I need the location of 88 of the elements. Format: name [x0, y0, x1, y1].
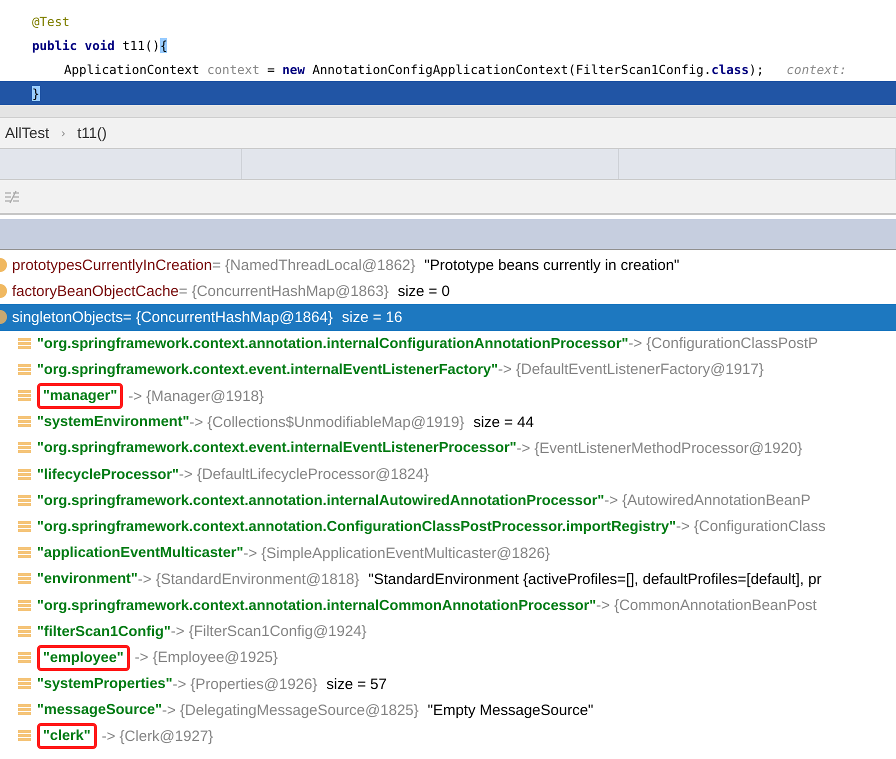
entry-value: -> {ConfigurationClass [676, 518, 826, 536]
map-entry-icon [18, 441, 32, 456]
map-entry-row[interactable]: "applicationEventMulticaster"-> {SimpleApplicationEventMulticaster@1826} [0, 540, 896, 566]
breadcrumb-item[interactable]: AllTest [5, 124, 50, 142]
map-entry-row[interactable]: "systemProperties"-> {Properties@1926} size = 57 [0, 671, 896, 698]
variable-info: size = 16 [342, 308, 402, 326]
map-entry-icon [18, 624, 32, 639]
map-entry-row[interactable]: "employee" -> {Employee@1925} [0, 644, 896, 671]
entry-key: "org.springframework.context.event.internalEventListenerProcessor" [37, 440, 516, 456]
map-entry-icon [18, 546, 32, 560]
variable-name: prototypesCurrentlyInCreation [12, 256, 212, 274]
entry-info: size = 44 [473, 414, 534, 431]
map-entry-row[interactable]: "environment"-> {StandardEnvironment@1818} "StandardEnvironment {activeProfiles=[], defaultProfiles=[default], pr [0, 566, 896, 592]
entry-value: -> {SimpleApplicationEventMulticaster@1826} [243, 544, 550, 562]
entry-value: -> {AutowiredAnnotationBeanP [604, 492, 811, 510]
map-entry-icon [18, 415, 32, 430]
map-entry-icon [18, 520, 32, 534]
entry-value: -> {Manager@1918} [128, 388, 264, 405]
map-entry-row[interactable]: "org.springframework.context.annotation.internalAutowiredAnnotationProcessor"-> {AutowiredAnnotationBeanP [0, 488, 896, 514]
layout-settings-icon[interactable] [4, 190, 20, 204]
entry-key: "messageSource" [37, 702, 162, 718]
map-entry-row[interactable]: "systemEnvironment"-> {Collections$UnmodifiableMap@1919} size = 44 [0, 409, 896, 436]
map-entry-row[interactable]: "filterScan1Config"-> {FilterScan1Config@1924} [0, 618, 896, 645]
map-entry-row[interactable]: "org.springframework.context.event.internalEventListenerFactory"-> {DefaultEventListenerFactory@1917} [0, 356, 896, 383]
entry-key: "lifecycleProcessor" [37, 466, 179, 483]
entry-key: "org.springframework.context.annotation.internalConfigurationAnnotationProcessor" [37, 336, 628, 352]
entry-value: -> {CommonAnnotationBeanPost [596, 597, 817, 614]
entry-key: "applicationEventMulticaster" [37, 545, 244, 562]
variable-name: factoryBeanObjectCache [12, 282, 179, 300]
code-line: ApplicationContext context = new AnnotationConfigApplicationContext(FilterScan1Config.class); context: [63, 60, 848, 79]
variable-value: = {ConcurrentHashMap@1863} [178, 282, 389, 300]
entry-info: "Empty MessageSource" [428, 702, 594, 719]
highlighted-entry-key: "manager" [37, 383, 124, 410]
entry-value: -> {Collections$UnmodifiableMap@1919} [189, 414, 464, 431]
map-entry-icon [18, 598, 32, 613]
entry-key: "systemEnvironment" [37, 414, 190, 430]
map-entry-icon [18, 389, 32, 404]
code-line: @Test [31, 13, 71, 32]
map-entry-icon [18, 729, 32, 744]
variable-info: "Prototype beans currently in creation" [424, 256, 680, 274]
entry-key: "org.springframework.context.event.internalEventListenerFactory" [37, 362, 498, 378]
horizontal-scrollbar[interactable] [0, 105, 896, 118]
breadcrumb-separator: › [61, 126, 66, 140]
entry-value: -> {FilterScan1Config@1924} [170, 623, 367, 640]
highlighted-entry-key: "clerk" [37, 723, 97, 750]
map-entry-row[interactable]: "org.springframework.context.annotation.internalCommonAnnotationProcessor"-> {CommonAnnotationBeanPost [0, 592, 896, 619]
entry-value: -> {Properties@1926} [172, 676, 318, 693]
map-entry-icon [18, 650, 32, 665]
map-entry-row[interactable]: "messageSource"-> {DelegatingMessageSource@1825} "Empty MessageSource" [0, 697, 896, 724]
variable-value: = {ConcurrentHashMap@1864} [122, 308, 333, 326]
entry-value: -> {DefaultEventListenerFactory@1917} [498, 361, 764, 378]
map-entry-row[interactable]: "org.springframework.context.annotation.ConfigurationClassPostProcessor.importRegistry"-> {ConfigurationClass [0, 514, 896, 540]
map-entry-icon [18, 336, 32, 351]
entry-value: -> {Employee@1925} [134, 649, 278, 666]
entry-value: -> {ConfigurationClassPostP [628, 335, 818, 352]
map-entry-row[interactable]: "lifecycleProcessor"-> {DefaultLifecycleProcessor@1824} [0, 462, 896, 488]
entry-value: -> {StandardEnvironment@1818} [138, 570, 360, 588]
map-entry-row[interactable]: "org.springframework.context.annotation.internalConfigurationAnnotationProcessor"-> {ConfigurationClassPostP [0, 330, 896, 357]
variable-name: singletonObjects [12, 308, 123, 326]
variable-value: = {NamedThreadLocal@1862} [212, 256, 416, 274]
map-entry-icon [18, 677, 32, 692]
entry-key: "org.springframework.context.annotation.internalCommonAnnotationProcessor" [37, 598, 596, 614]
variable-row[interactable]: prototypesCurrentlyInCreation= {NamedThreadLocal@1862} "Prototype beans currently in creation" [0, 252, 896, 278]
highlighted-entry-key: "employee" [37, 644, 130, 671]
map-entry-row[interactable]: "manager" -> {Manager@1918} [0, 382, 896, 410]
entry-value: -> {DelegatingMessageSource@1825} [162, 702, 419, 719]
entry-info: size = 57 [326, 676, 387, 693]
entry-value: -> {DefaultLifecycleProcessor@1824} [178, 466, 429, 484]
map-entry-icon [18, 468, 32, 482]
entry-key: "environment" [37, 571, 138, 588]
variable-row[interactable]: singletonObjects= {ConcurrentHashMap@1864} size = 16 [0, 304, 896, 331]
breadcrumb-item[interactable]: t11() [77, 124, 107, 142]
code-line: public void t11(){ [31, 37, 168, 56]
entry-key: "org.springframework.context.annotation.ConfigurationClassPostProcessor.importRegistry" [37, 518, 676, 535]
map-entry-row[interactable]: "org.springframework.context.event.internalEventListenerProcessor"-> {EventListenerMethodProcessor@1920} [0, 435, 896, 462]
map-entry-icon [18, 572, 32, 586]
entry-value: -> {Clerk@1927} [102, 728, 214, 745]
map-entry-icon [18, 494, 32, 508]
entry-value: -> {EventListenerMethodProcessor@1920} [516, 440, 802, 457]
entry-key: "org.springframework.context.annotation.internalAutowiredAnnotationProcessor" [37, 492, 604, 509]
variable-row[interactable]: factoryBeanObjectCache= {ConcurrentHashMap@1863} size = 0 [0, 278, 896, 304]
map-entry-icon [18, 362, 32, 377]
entry-key: "systemProperties" [37, 676, 172, 692]
entry-info: "StandardEnvironment {activeProfiles=[], defaultProfiles=[default], pr [368, 570, 822, 588]
map-entry-icon [18, 703, 32, 718]
entry-key: "filterScan1Config" [37, 624, 171, 640]
map-entry-row[interactable]: "clerk" -> {Clerk@1927} [0, 723, 896, 750]
variable-info: size = 0 [398, 282, 450, 300]
